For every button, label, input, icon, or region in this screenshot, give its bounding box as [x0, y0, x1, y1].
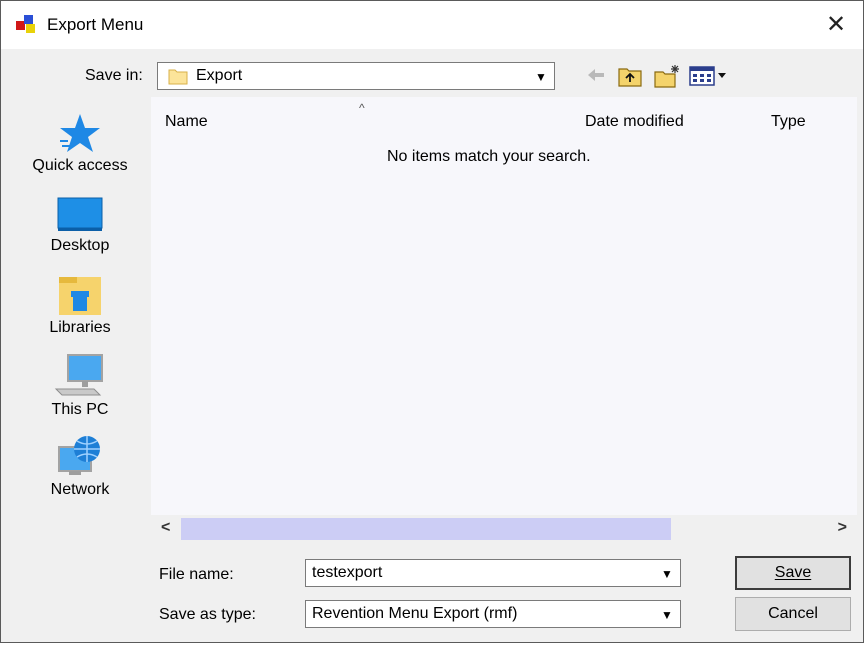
- save-in-label: Save in:: [85, 67, 143, 84]
- file-name-label: File name:: [159, 566, 234, 583]
- place-quick-access[interactable]: Quick access: [21, 111, 139, 187]
- empty-list-message: No items match your search.: [387, 148, 591, 165]
- folder-icon: [168, 69, 188, 85]
- chevron-down-icon[interactable]: ▼: [532, 68, 550, 86]
- places-bar: Quick access Desktop Libraries This PC N…: [21, 105, 139, 515]
- quick-access-star-icon: [60, 114, 100, 152]
- cancel-button[interactable]: Cancel: [735, 597, 851, 631]
- cancel-button-label: Cancel: [768, 605, 818, 622]
- window-title: Export Menu: [47, 15, 144, 34]
- place-label: Quick access: [32, 157, 128, 174]
- this-pc-icon: [54, 354, 103, 396]
- place-label: This PC: [51, 401, 109, 418]
- save-button-label: Save: [774, 564, 812, 581]
- place-libraries[interactable]: Libraries: [21, 273, 139, 349]
- scroll-thumb[interactable]: [181, 518, 671, 540]
- close-button[interactable]: ✕: [821, 9, 851, 39]
- scroll-right-icon[interactable]: >: [838, 519, 847, 537]
- view-menu-icon[interactable]: [689, 65, 729, 87]
- file-list[interactable]: ^ Name Date modified Type No items match…: [151, 97, 857, 515]
- sort-ascending-icon: ^: [359, 101, 365, 115]
- place-desktop[interactable]: Desktop: [21, 193, 139, 269]
- column-header-type[interactable]: Type: [771, 113, 806, 131]
- place-network[interactable]: Network: [21, 433, 139, 509]
- place-this-pc[interactable]: This PC: [21, 353, 139, 429]
- place-label: Desktop: [50, 237, 110, 254]
- column-header-date-modified[interactable]: Date modified: [585, 113, 684, 131]
- network-icon: [58, 436, 100, 475]
- close-icon: ✕: [825, 10, 847, 38]
- new-folder-icon[interactable]: [653, 63, 681, 89]
- save-as-type-label: Save as type:: [159, 606, 256, 623]
- place-label: Network: [50, 481, 110, 498]
- desktop-icon: [57, 197, 103, 231]
- libraries-icon: [59, 277, 101, 315]
- up-one-level-icon[interactable]: [617, 64, 643, 88]
- file-name-field[interactable]: testexport ▼: [305, 559, 681, 587]
- save-button[interactable]: Save: [735, 556, 851, 590]
- title-bar: Export Menu ✕: [1, 1, 863, 49]
- save-dialog: Export Menu ✕ Save in: Export ▼ Quick ac…: [0, 0, 864, 643]
- save-in-dropdown[interactable]: Export ▼: [157, 62, 555, 90]
- place-label: Libraries: [49, 319, 111, 336]
- chevron-down-icon[interactable]: ▼: [658, 606, 676, 624]
- save-as-type-dropdown[interactable]: Revention Menu Export (rmf) ▼: [305, 600, 681, 628]
- chevron-down-icon[interactable]: ▼: [658, 565, 676, 583]
- horizontal-scrollbar[interactable]: < >: [151, 515, 857, 543]
- save-in-value: Export: [196, 67, 243, 84]
- column-header-name[interactable]: Name: [165, 113, 208, 131]
- scroll-left-icon[interactable]: <: [161, 519, 170, 537]
- file-name-value: testexport: [312, 564, 383, 581]
- app-icon: [16, 15, 35, 33]
- save-as-type-value: Revention Menu Export (rmf): [312, 605, 518, 622]
- back-arrow-icon[interactable]: [585, 64, 607, 86]
